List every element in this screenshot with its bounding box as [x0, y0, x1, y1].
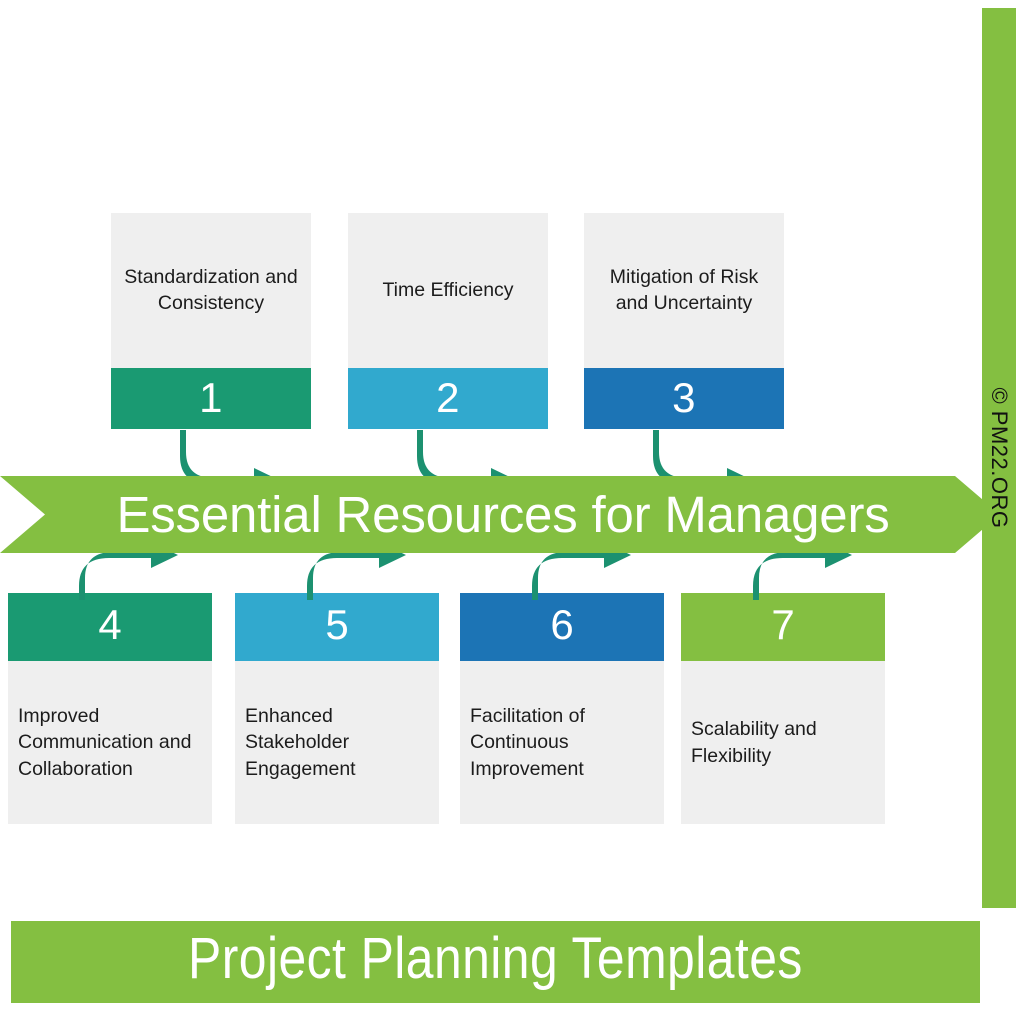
top-card-3-label: Mitigation of Risk and Uncertainty [609, 265, 759, 314]
top-card-2-number-panel: 2 [348, 368, 548, 429]
top-card-2-text-panel: Time Efficiency [348, 213, 548, 368]
main-banner: Essential Resources for Managers [0, 476, 1000, 553]
bottom-card-4-label: Improved Communication and Collaboration [18, 705, 192, 780]
top-card-3-text-panel: Mitigation of Risk and Uncertainty [584, 213, 784, 368]
bottom-card-7-number-panel: 7 [681, 593, 885, 661]
copyright-sidebar: © PM22.ORG [982, 8, 1016, 908]
bottom-card-7-label: Scalability and Flexibility [691, 718, 817, 767]
bottom-card-7-text-panel: Scalability and Flexibility [681, 661, 885, 824]
bottom-card-6-label: Facilitation of Continuous Improvement [470, 705, 585, 780]
bottom-card-5-label: Enhanced Stakeholder Engagement [245, 705, 356, 780]
top-card-2-label: Time Efficiency [382, 278, 514, 301]
bottom-card-6-text-panel: Facilitation of Continuous Improvement [460, 661, 664, 824]
top-card-1-number-panel: 1 [111, 368, 311, 429]
top-card-1-number: 1 [199, 373, 223, 421]
bottom-card-5-number: 5 [325, 601, 349, 648]
footer-banner: Project Planning Templates [11, 921, 980, 1003]
top-card-1-label: Standardization and Consistency [124, 265, 298, 314]
top-card-3-number: 3 [672, 373, 696, 421]
bottom-card-5-text-panel: Enhanced Stakeholder Engagement [235, 661, 439, 824]
page-title: Essential Resources for Managers [116, 486, 890, 543]
top-card-2-number: 2 [436, 373, 460, 421]
bottom-card-4-number: 4 [98, 601, 122, 648]
bottom-card-5-number-panel: 5 [235, 593, 439, 661]
copyright-text: © PM22.ORG [987, 387, 1012, 529]
bottom-card-4-text-panel: Improved Communication and Collaboration [8, 661, 212, 824]
top-card-3-number-panel: 3 [584, 368, 784, 429]
footer-title: Project Planning Templates [188, 926, 803, 991]
bottom-card-6-number: 6 [550, 601, 574, 648]
bottom-card-6-number-panel: 6 [460, 593, 664, 661]
top-card-1-text-panel: Standardization and Consistency [111, 213, 311, 368]
bottom-card-4-number-panel: 4 [8, 593, 212, 661]
diagram-canvas: Standardization and Consistency 1 Time E… [0, 0, 1024, 1024]
bottom-card-7-number: 7 [771, 601, 795, 648]
